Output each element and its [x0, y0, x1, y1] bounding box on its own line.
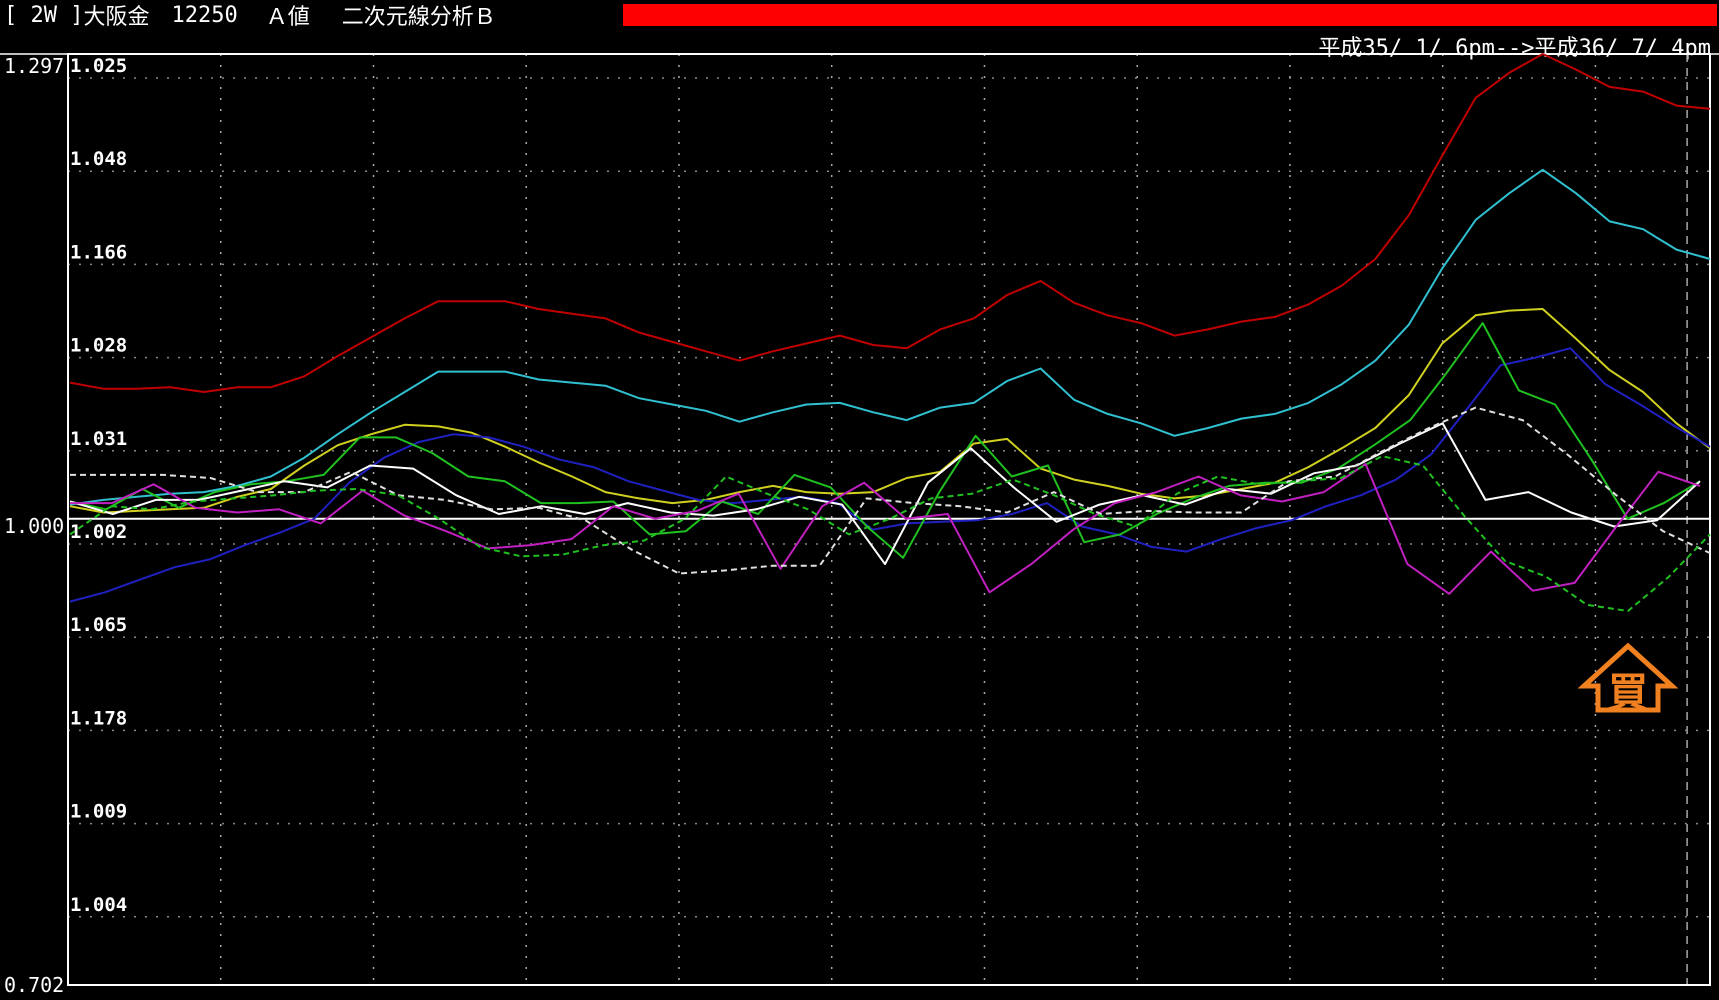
y-tick-label: 1.166: [70, 241, 127, 263]
chart-window: [ 2W ] 大阪金 12250 Ａ値 二次元線分析Ｂ 平成35/ 1/ 6pm-->平…: [0, 0, 1719, 1000]
scale-mid-label: 1.000: [4, 514, 64, 538]
y-tick-label: 1.048: [70, 148, 127, 170]
line-chart: 1.025 1.048 1.166 1.028 1.031 1.002 1.065 1.178…: [0, 53, 1719, 997]
y-tick-label: 1.031: [70, 428, 127, 450]
scale-max-label: 1.297: [4, 54, 64, 78]
tick-labels: 1.025 1.048 1.166 1.028 1.031 1.002 1.065 1.178…: [70, 55, 127, 916]
series-line-2: [69, 168, 1711, 506]
series-lines: [69, 53, 1711, 612]
series-line-3: [69, 308, 1711, 514]
y-tick-label: 1.002: [70, 521, 127, 543]
scale-min-label: 0.702: [4, 973, 64, 997]
y-tick-label: 1.009: [70, 801, 127, 823]
series-line-1: [69, 53, 1711, 393]
series-line-7: [70, 463, 1701, 595]
y-tick-label: 1.178: [70, 707, 127, 729]
series-line-4: [69, 347, 1711, 603]
series-line-9: [69, 455, 1711, 612]
series-line-8: [70, 406, 1711, 575]
y-tick-label: 1.065: [70, 614, 127, 636]
y-tick-label: 1.004: [70, 894, 127, 916]
y-tick-label: 1.028: [70, 335, 127, 357]
buy-label: 買: [1608, 670, 1648, 716]
buy-signal-icon[interactable]: 買: [1577, 642, 1679, 716]
y-tick-label: 1.025: [70, 55, 127, 77]
